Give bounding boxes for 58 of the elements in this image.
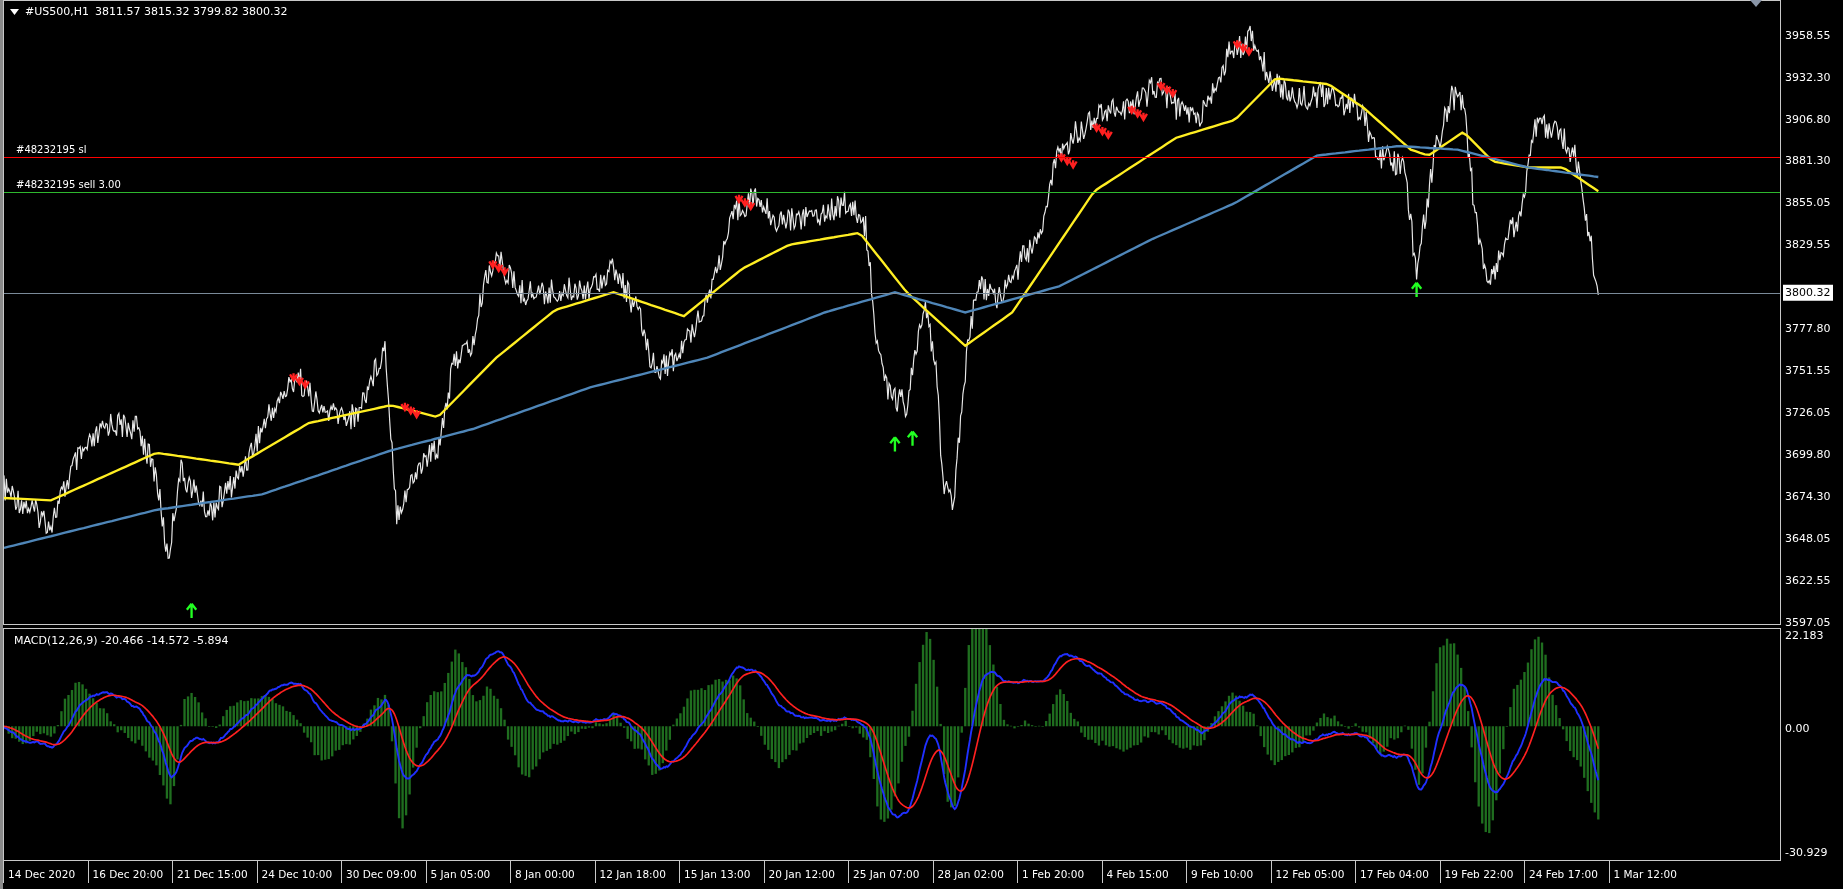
price-tick-label: 3777.80 — [1785, 320, 1831, 337]
current-price-label: 3800.32 — [1783, 284, 1833, 301]
arrow-cluster-icon — [1091, 122, 1113, 141]
price-tick-label: 3932.30 — [1785, 69, 1831, 86]
order-line-label: #48232195 sl — [16, 142, 87, 157]
time-tick-label: 24 Dec 10:00 — [256, 861, 341, 883]
time-tick-label: 15 Jan 13:00 — [679, 861, 764, 883]
macd-label: MACD(12,26,9) -20.466 -14.572 -5.894 — [14, 633, 229, 649]
time-tick-label: 14 Dec 2020 — [3, 861, 88, 883]
up-arrow-icon — [889, 436, 901, 453]
time-tick-label: 25 Jan 07:00 — [848, 861, 933, 883]
time-tick-label: 1 Feb 20:00 — [1017, 861, 1102, 883]
time-tick-label: 8 Jan 00:00 — [510, 861, 595, 883]
ohlc-values: 3811.57 3815.32 3799.82 3800.32 — [95, 4, 288, 20]
arrow-cluster-icon — [1156, 80, 1178, 99]
arrow-cluster-icon — [1127, 104, 1149, 123]
arrow-cluster-icon — [1056, 152, 1078, 170]
price-tick-label: 3597.05 — [1785, 614, 1831, 631]
price-tick-label: 3855.05 — [1785, 195, 1831, 212]
time-tick-label: 21 Dec 15:00 — [172, 861, 257, 883]
order-line-label: #48232195 sell 3.00 — [16, 178, 121, 193]
triangle-marker-icon — [1750, 0, 1762, 7]
up-arrow-icon — [1410, 281, 1423, 299]
macd-axis-label: -30.929 — [1785, 844, 1828, 861]
price-tick-label: 3751.55 — [1785, 362, 1831, 379]
time-tick-label: 5 Jan 05:00 — [425, 861, 510, 883]
time-tick-label: 12 Feb 05:00 — [1270, 861, 1355, 883]
time-tick-label: 16 Dec 20:00 — [87, 861, 172, 883]
price-tick-label: 3726.05 — [1785, 404, 1831, 421]
arrow-cluster-icon — [288, 371, 310, 390]
up-arrow-icon — [185, 602, 198, 620]
time-tick-label: 24 Feb 17:00 — [1524, 861, 1609, 883]
price-tick-label: 3881.30 — [1785, 153, 1831, 170]
price-tick-label: 3906.80 — [1785, 111, 1831, 128]
caret-icon[interactable] — [10, 9, 19, 16]
time-tick-label: 30 Dec 09:00 — [341, 861, 426, 883]
price-tick-label: 3674.30 — [1785, 488, 1831, 505]
up-arrow-icon — [906, 430, 919, 447]
macd-axis-label: 0.00 — [1785, 721, 1810, 738]
time-tick-label: 28 Jan 02:00 — [932, 861, 1017, 883]
symbol-label: #US500,H1 — [25, 4, 89, 20]
time-tick-label: 12 Jan 18:00 — [594, 861, 679, 883]
macd-axis-label: 22.183 — [1785, 628, 1824, 644]
arrow-cluster-icon — [400, 401, 422, 420]
time-tick-label: 20 Jan 12:00 — [763, 861, 848, 883]
price-tick-label: 3958.55 — [1785, 27, 1831, 44]
arrow-cluster-icon — [734, 193, 756, 212]
time-tick-label: 17 Feb 04:00 — [1355, 861, 1440, 883]
time-tick-label: 1 Mar 12:00 — [1608, 861, 1693, 883]
arrow-cluster-icon — [488, 259, 510, 277]
price-tick-label: 3829.55 — [1785, 237, 1831, 254]
time-tick-label: 19 Feb 22:00 — [1439, 861, 1524, 883]
arrow-cluster-icon — [1232, 39, 1254, 57]
time-tick-label: 9 Feb 10:00 — [1186, 861, 1271, 883]
price-tick-label: 3622.55 — [1785, 572, 1831, 589]
price-tick-label: 3648.05 — [1785, 530, 1831, 547]
price-tick-label: 3699.80 — [1785, 446, 1831, 463]
time-tick-label: 4 Feb 15:00 — [1101, 861, 1186, 883]
